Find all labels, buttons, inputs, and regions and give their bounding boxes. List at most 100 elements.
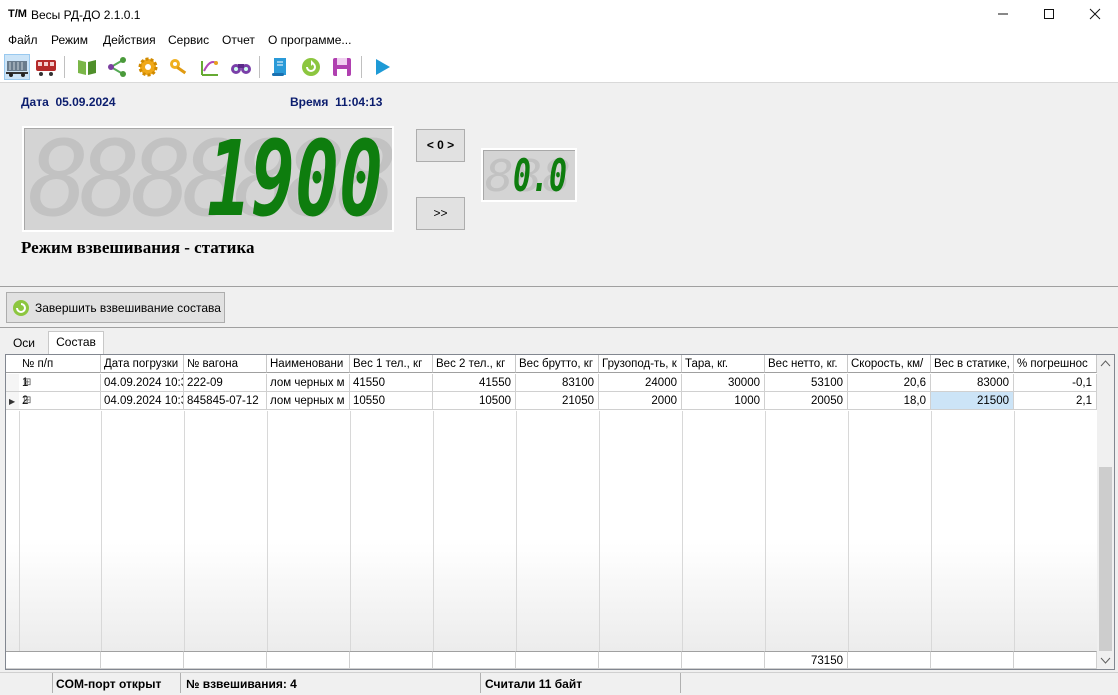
table-cell-col-load-date[interactable]: 04.09.2024 10:3: [101, 392, 184, 410]
tab-axes[interactable]: Оси: [2, 333, 46, 353]
table-cell-col-wagon-number[interactable]: 222-09: [184, 374, 267, 392]
totals-cell-col-speed: [848, 651, 931, 669]
menu-actions[interactable]: Действия: [103, 33, 156, 47]
table-cell-col-weight-bogie1[interactable]: 10550: [350, 392, 433, 410]
table-cell-col-load-date[interactable]: 04.09.2024 10:3: [101, 374, 184, 392]
table-cell-col-capacity[interactable]: 24000: [599, 374, 682, 392]
book-icon[interactable]: [75, 55, 99, 79]
table-cell-col-speed[interactable]: 18,0: [848, 392, 931, 410]
column-header-col-load-date[interactable]: Дата погрузки: [101, 355, 184, 373]
date-label: Дата: [21, 95, 49, 109]
gear-icon[interactable]: [136, 55, 160, 79]
column-header-col-wagon-number[interactable]: № вагона: [184, 355, 267, 373]
toolbar-separator: [259, 56, 260, 78]
divider: [0, 286, 1118, 287]
date-value: 05.09.2024: [55, 95, 116, 109]
column-line: [848, 411, 849, 651]
column-header-col-capacity[interactable]: Грузопод-ть, к: [599, 355, 682, 373]
table-cell-col-weight-bogie2[interactable]: 10500: [433, 392, 516, 410]
table-cell-col-tare[interactable]: 1000: [682, 392, 765, 410]
toolbar-separator: [64, 56, 65, 78]
finish-weighing-button[interactable]: Завершить взвешивание состава: [6, 292, 225, 323]
status-bytes-read: Считали 11 байт: [485, 677, 583, 691]
column-line: [267, 411, 268, 651]
vertical-scrollbar[interactable]: [1097, 355, 1114, 669]
totals-cell-col-capacity: [599, 651, 682, 669]
menu-report[interactable]: Отчет: [222, 33, 255, 47]
row-indicator[interactable]: ▶: [6, 392, 20, 410]
column-header-col-static-weight[interactable]: Вес в статике,: [931, 355, 1014, 373]
totals-cell-col-load-date: [101, 651, 184, 669]
table-cell-col-net-weight[interactable]: 20050: [765, 392, 848, 410]
date-info: Дата 05.09.2024: [21, 95, 116, 109]
totals-cell-col-wagon-number: [184, 651, 267, 669]
tab-train[interactable]: Состав: [48, 331, 104, 354]
minimize-icon: [998, 13, 1008, 15]
share-icon[interactable]: [105, 55, 129, 79]
totals-cell-col-weight-bogie1: [350, 651, 433, 669]
toolbar-separator: [361, 56, 362, 78]
divider: [0, 327, 1118, 328]
weight-display: 8888888 1900: [22, 118, 403, 240]
column-header-col-net-weight[interactable]: Вес нетто, кг.: [765, 355, 848, 373]
menu-about[interactable]: О программе...: [268, 33, 351, 47]
menu-mode[interactable]: Режим: [51, 33, 88, 47]
column-header-col-speed[interactable]: Скорость, км/: [848, 355, 931, 373]
column-line: [350, 411, 351, 651]
table-cell-col-error-percent[interactable]: 2,1: [1014, 392, 1097, 410]
zero-button[interactable]: < 0 >: [416, 129, 465, 162]
column-header-col-tare[interactable]: Тара, кг.: [682, 355, 765, 373]
maximize-button[interactable]: [1026, 0, 1072, 31]
column-header-col-gross-weight[interactable]: Вес брутто, кг: [516, 355, 599, 373]
refresh-icon[interactable]: [299, 55, 323, 79]
table-cell-col-error-percent[interactable]: -0,1: [1014, 374, 1097, 392]
column-header-col-cargo-name[interactable]: Наименовани: [267, 355, 350, 373]
minimize-button[interactable]: [980, 0, 1026, 31]
table-cell-col-speed[interactable]: 20,6: [848, 374, 931, 392]
table-cell-col-wagon-number[interactable]: 845845-07-12: [184, 392, 267, 410]
table-cell-col-weight-bogie2[interactable]: 41550: [433, 374, 516, 392]
table-cell-col-weight-bogie1[interactable]: 41550: [350, 374, 433, 392]
binoculars-icon[interactable]: [229, 55, 253, 79]
table-cell-col-number[interactable]: 1 ⊞: [19, 374, 101, 392]
key-icon[interactable]: [167, 55, 191, 79]
table-cell-col-gross-weight[interactable]: 83100: [516, 374, 599, 392]
wagon-static-icon[interactable]: [4, 54, 30, 80]
play-icon[interactable]: [370, 55, 394, 79]
column-header-col-number[interactable]: № п/п: [19, 355, 101, 373]
table-cell-col-net-weight[interactable]: 53100: [765, 374, 848, 392]
menu-bar: Файл Режим Действия Сервис Отчет О прогр…: [0, 31, 1118, 50]
header-corner: [6, 355, 20, 373]
column-line: [433, 411, 434, 651]
chart-icon[interactable]: [198, 55, 222, 79]
table-cell-col-static-weight[interactable]: 83000: [931, 374, 1014, 392]
table-empty-area: [6, 411, 1097, 651]
table-cell-col-capacity[interactable]: 2000: [599, 392, 682, 410]
table-cell-col-number[interactable]: 2 ⊞: [19, 392, 101, 410]
next-button[interactable]: >>: [416, 197, 465, 230]
totals-indicator: [6, 651, 20, 669]
menu-service[interactable]: Сервис: [168, 33, 209, 47]
totals-cell-col-number: [19, 651, 101, 669]
close-button[interactable]: [1072, 0, 1118, 31]
wagon-dynamic-icon[interactable]: [34, 55, 58, 79]
table-cell-col-cargo-name[interactable]: лом черных м: [267, 392, 350, 410]
table-cell-col-gross-weight[interactable]: 21050: [516, 392, 599, 410]
status-weighing-number: № взвешивания: 4: [186, 677, 297, 691]
expand-row-icon[interactable]: ⊞: [23, 392, 31, 409]
column-header-col-error-percent[interactable]: % погрешнос: [1014, 355, 1097, 373]
totals-cell-col-static-weight: [931, 651, 1014, 669]
save-icon[interactable]: [330, 55, 354, 79]
column-line: [765, 411, 766, 651]
expand-row-icon[interactable]: ⊞: [23, 374, 31, 391]
table-cell-col-tare[interactable]: 30000: [682, 374, 765, 392]
script-icon[interactable]: [268, 55, 292, 79]
close-icon: [1089, 8, 1101, 20]
column-header-col-weight-bogie2[interactable]: Вес 2 тел., кг: [433, 355, 516, 373]
column-header-col-weight-bogie1[interactable]: Вес 1 тел., кг: [350, 355, 433, 373]
menu-file[interactable]: Файл: [8, 33, 38, 47]
column-line: [599, 411, 600, 651]
table-cell-col-static-weight[interactable]: 21500: [931, 392, 1014, 410]
row-indicator[interactable]: [6, 374, 20, 392]
table-cell-col-cargo-name[interactable]: лом черных м: [267, 374, 350, 392]
